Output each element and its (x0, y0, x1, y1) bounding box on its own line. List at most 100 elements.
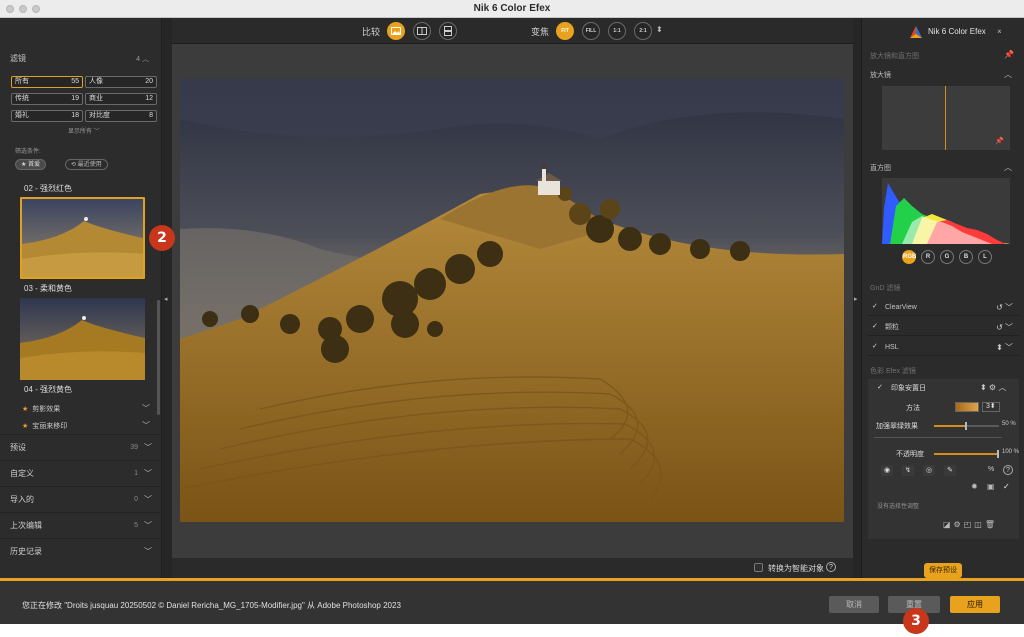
preview-photo[interactable] (180, 79, 844, 522)
histogram-g-button[interactable]: G (940, 250, 954, 264)
favorites-filter-pill[interactable]: ★ 首爱 (15, 159, 47, 170)
pin-icon[interactable]: 📌 (1004, 50, 1014, 59)
slider-fill (934, 425, 967, 427)
adjustments-panel: Nik 6 Color Efex ⌅ 放大镜和直方图 📌 放大镜 ︿ 📌 直方图… (861, 18, 1024, 578)
filter-row-clearview[interactable]: ✓ ClearView ↺ ﹀ (868, 299, 1019, 316)
category-last-edit[interactable]: 上次编辑 5 ﹀ (0, 512, 162, 538)
selective-tools-icons[interactable]: ◪⚙◰◫🗑 (943, 520, 998, 529)
divider (874, 437, 1002, 438)
opacity-label: 不透明度 (896, 451, 924, 458)
save-preset-button[interactable]: 保存预设 (924, 563, 962, 578)
chevron-up-icon[interactable]: ︿ (142, 56, 149, 63)
filter-options-icons[interactable]: ⬍ ⚙ ︿ (980, 382, 1006, 393)
eye-icon[interactable]: ◎ (923, 465, 935, 476)
zoom-2to1-button[interactable]: 2:1 (634, 22, 652, 40)
color-picker-icon[interactable]: ✎ (944, 465, 956, 476)
star-icon: ★ (22, 423, 29, 430)
minimize-window-button[interactable] (19, 5, 27, 13)
histogram-l-button[interactable]: L (978, 250, 992, 264)
favorite-item-silhouette[interactable]: ★ 剪影效果 (22, 404, 60, 414)
app-brand-name: Nik 6 Color Efex (928, 27, 986, 36)
chevron-down-icon[interactable]: ﹀ (142, 403, 150, 414)
percent-toggle-icon[interactable]: % (988, 466, 994, 473)
compare-label: 比较 (362, 27, 381, 37)
preset-thumbnail-03[interactable] (20, 197, 145, 279)
category-history[interactable]: 历史记录 ﹀ (0, 538, 162, 564)
side-by-side-button[interactable] (439, 22, 457, 40)
split-view-button[interactable] (413, 22, 431, 40)
histogram-b-button[interactable]: B (959, 250, 973, 264)
window-titlebar: Nik 6 Color Efex (0, 0, 1024, 18)
collapse-up-icon[interactable]: ⌅ (996, 26, 1003, 35)
method-label: 方法 (906, 405, 920, 412)
sun-icon[interactable]: ✹ (971, 482, 978, 491)
category-custom[interactable]: 自定义 1 ﹀ (0, 460, 162, 486)
mask-brush-icon[interactable]: ↯ (902, 465, 914, 476)
checkmark-icon[interactable]: ✓ (877, 383, 883, 391)
category-imported[interactable]: 导入的 0 ﹀ (0, 486, 162, 512)
smart-object-checkbox[interactable] (754, 563, 763, 572)
chevron-up-icon[interactable]: ︿ (1004, 69, 1012, 80)
callout-badge-2: 2 (149, 225, 175, 251)
filter-category-wedding[interactable]: 婚礼 18 (11, 110, 83, 122)
filter-row-hsl[interactable]: ✓ HSL ⬍ ﹀ (868, 339, 1019, 356)
stepper-chevron-icon[interactable]: ⬍ ﹀ (996, 339, 1013, 356)
zoom-fill-button[interactable]: FILL (582, 22, 600, 40)
slider-knob[interactable] (997, 450, 999, 458)
filter-category-all[interactable]: 所有 55 (11, 76, 83, 88)
filter-category-contrast[interactable]: 对比度 8 (85, 110, 157, 122)
opacity-slider[interactable] (934, 450, 999, 458)
zoom-fit-button[interactable]: FIT (556, 22, 574, 40)
blend-mode-icon[interactable]: ◉ (881, 465, 893, 476)
landscape-photo (180, 79, 844, 522)
preview-canvas[interactable] (172, 44, 853, 558)
zoom-window-button[interactable] (32, 5, 40, 13)
reset-chevron-icon[interactable]: ↺ ﹀ (996, 319, 1013, 336)
chevron-down-icon[interactable]: ﹀ (142, 420, 150, 431)
pin-icon[interactable]: 📌 (995, 137, 1004, 145)
checkmark-icon[interactable]: ✓ (1003, 482, 1010, 491)
apply-button[interactable]: 应用 (950, 596, 1000, 613)
zoom-1to1-button[interactable]: 1:1 (608, 22, 626, 40)
histogram-rgb-button[interactable]: RGB (902, 250, 916, 264)
filter-category-portrait[interactable]: 人像 20 (85, 76, 157, 88)
callout-badge-3: 3 (903, 608, 929, 634)
cancel-button[interactable]: 取消 (829, 596, 879, 613)
square-icon[interactable]: ▣ (987, 482, 995, 491)
filter-category-commercial[interactable]: 商业 12 (85, 93, 157, 105)
zoom-stepper-icon[interactable]: ⬍ (656, 25, 663, 34)
star-icon: ★ (21, 162, 27, 168)
filters-section-count: 4 ︿ (136, 56, 149, 63)
collapse-left-icon[interactable]: ◂ (164, 295, 168, 303)
favorite-item-polaroid[interactable]: ★ 宝丽来移印 (22, 421, 67, 431)
checkmark-icon[interactable]: ✓ (872, 323, 880, 331)
method-stepper[interactable]: 3⬍ (982, 402, 1000, 412)
slider-knob[interactable] (964, 422, 967, 430)
filter-row-grain[interactable]: ✓ 颗粒 ↺ ﹀ (868, 319, 1019, 336)
loupe-split-line (945, 86, 946, 150)
histogram-r-button[interactable]: R (921, 250, 935, 264)
help-icon[interactable]: ? (1003, 465, 1013, 475)
preset-thumbnail-04[interactable] (20, 298, 145, 380)
active-filter-name: 印象安置日 (891, 385, 926, 392)
checkmark-icon[interactable]: ✓ (872, 343, 880, 351)
help-icon[interactable]: ? (826, 562, 836, 572)
method-swatch[interactable] (955, 402, 979, 412)
chevron-down-icon: ﹀ (93, 129, 100, 135)
chevron-down-icon: ﹀ (144, 469, 152, 478)
chevron-up-icon[interactable]: ︿ (1004, 162, 1012, 173)
single-view-button[interactable] (387, 22, 405, 40)
category-presets[interactable]: 预设 39 ﹀ (0, 434, 162, 460)
recent-filter-pill[interactable]: ⟲ 最近使用 (65, 159, 108, 170)
filter-category-traditional[interactable]: 传统 19 (11, 93, 83, 105)
checkmark-icon[interactable]: ✓ (872, 303, 880, 311)
reset-chevron-icon[interactable]: ↺ ﹀ (996, 299, 1013, 316)
collapse-right-icon[interactable]: ▸ (854, 295, 858, 303)
param-green-effect-value: 50 % (1002, 421, 1016, 427)
param-green-effect-slider[interactable] (934, 422, 999, 430)
sidebar-scrollbar[interactable] (157, 300, 160, 415)
show-all-link[interactable]: 显示所有 ﹀ (68, 126, 100, 135)
color-efex-section: 色彩 Efex 滤镜 (870, 368, 916, 375)
loupe-preview[interactable]: 📌 (882, 86, 1010, 150)
close-window-button[interactable] (6, 5, 14, 13)
